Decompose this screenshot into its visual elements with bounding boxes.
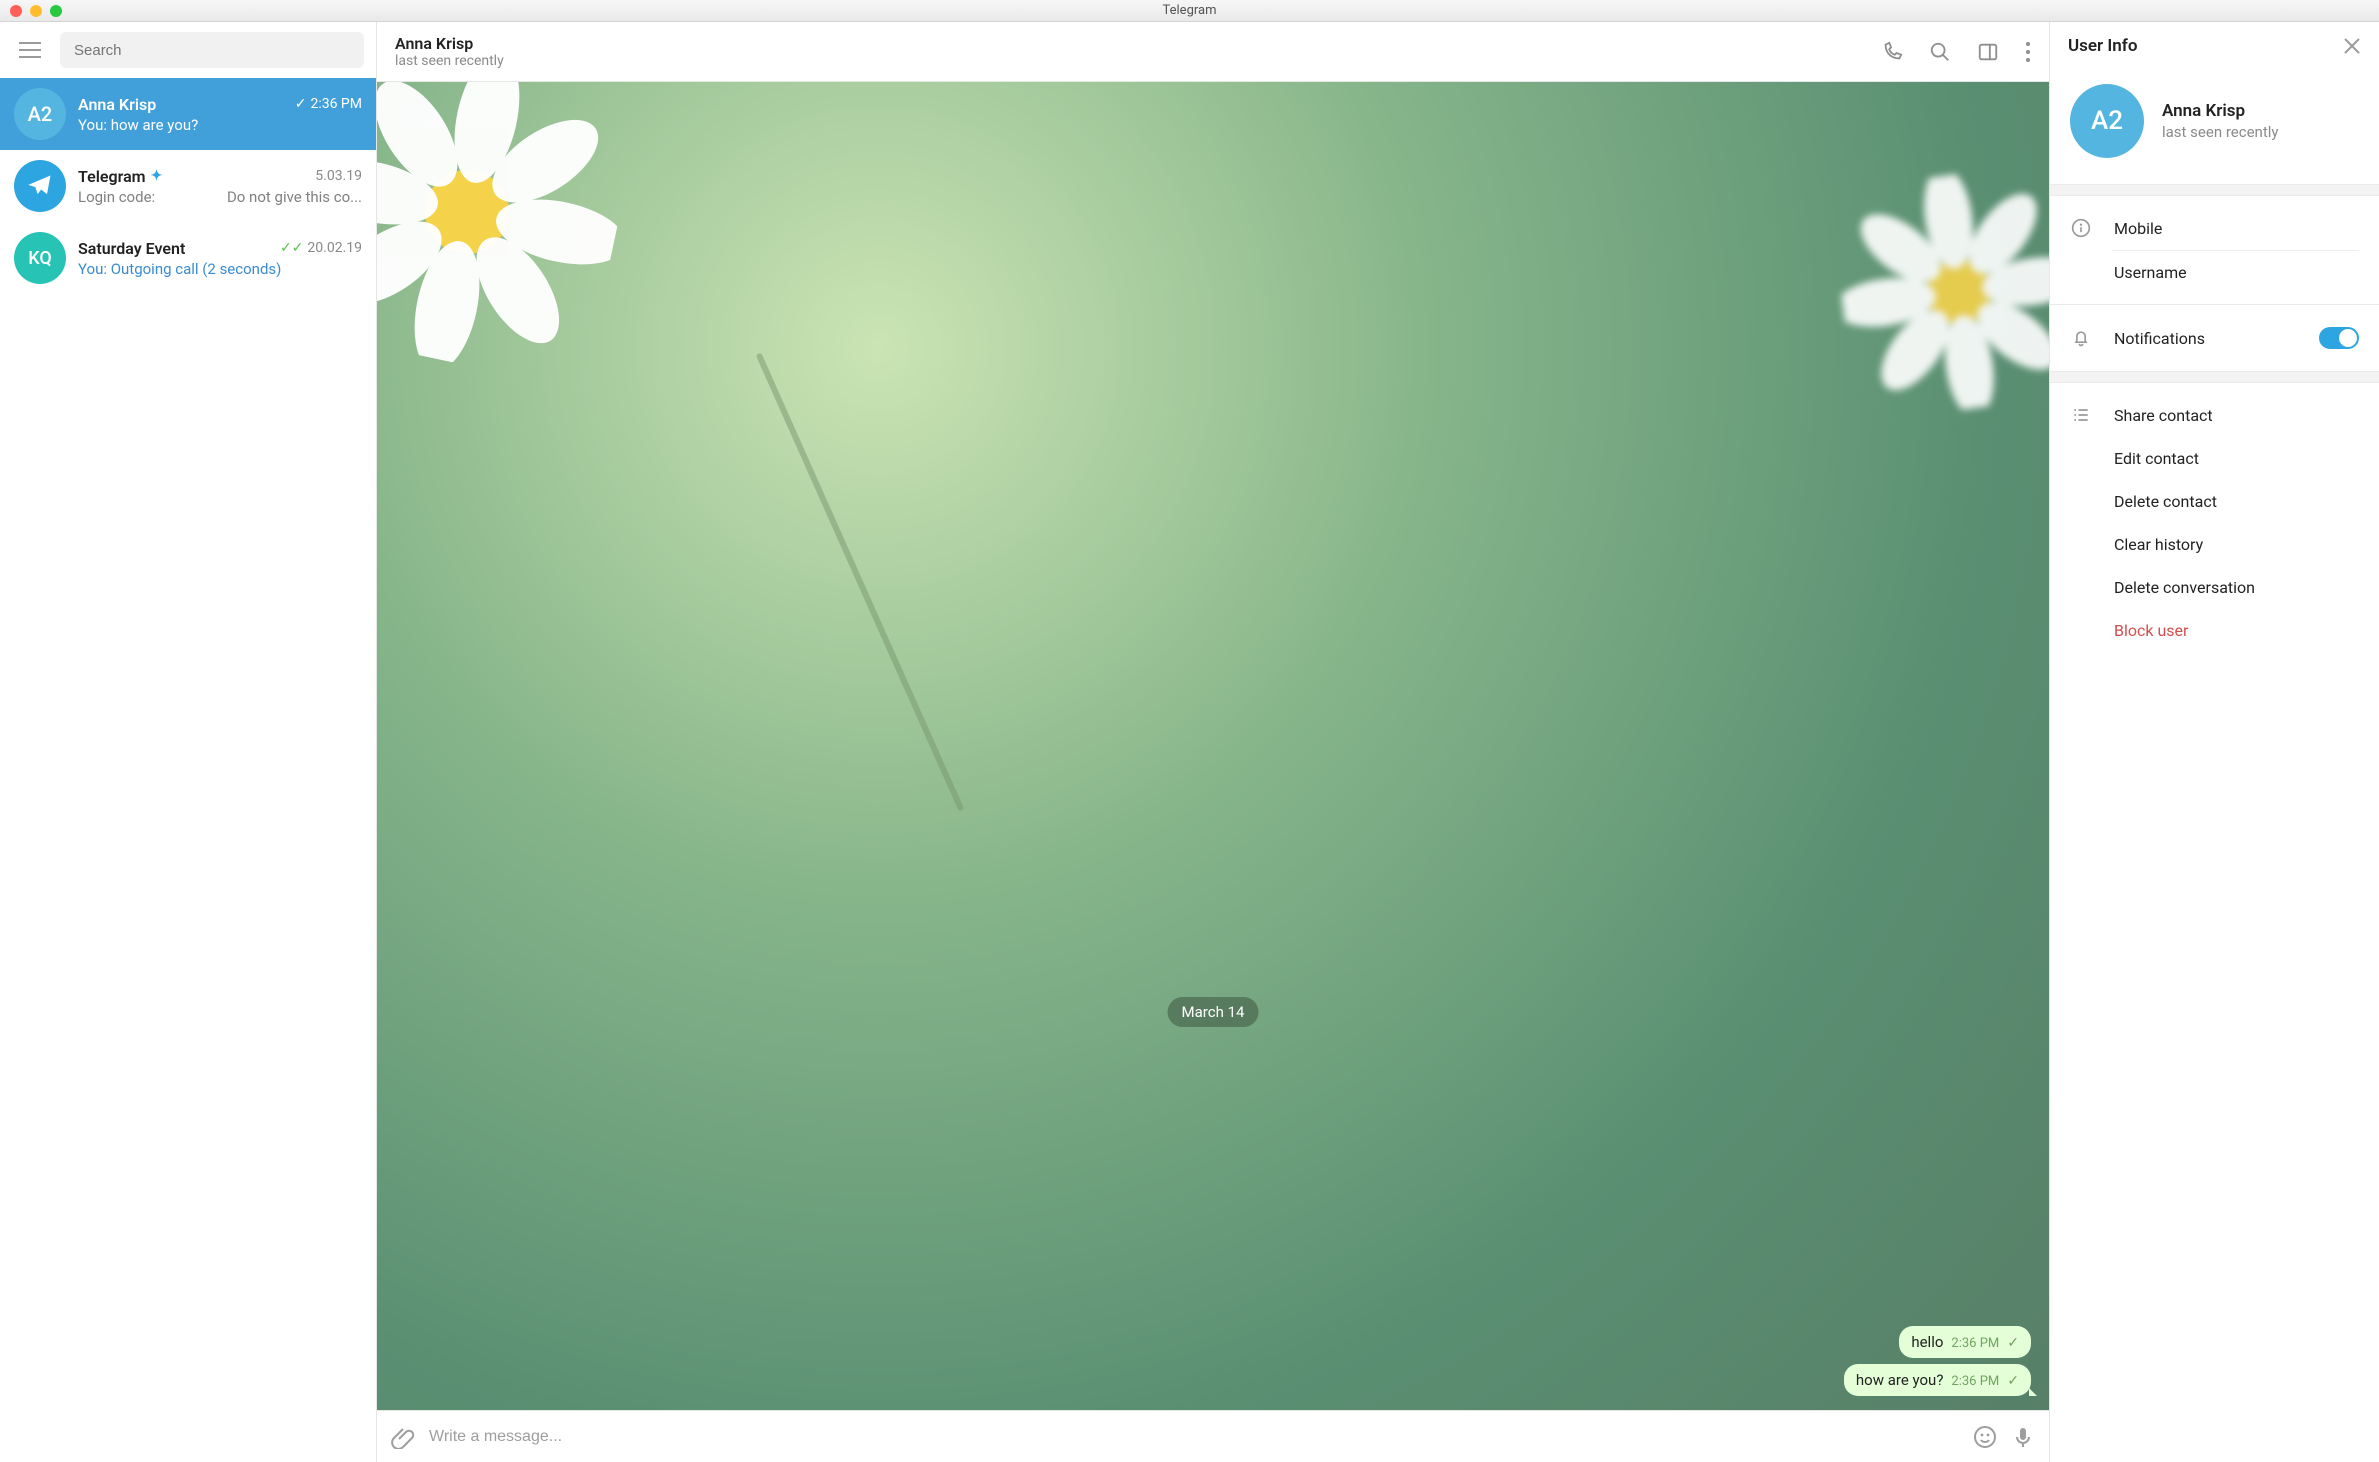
notifications-label: Notifications	[2114, 329, 2205, 348]
avatar: A2	[2070, 84, 2144, 158]
chat-time: 5.03.19	[315, 168, 362, 184]
sidepanel-toggle-button[interactable]	[1977, 41, 1999, 63]
title-bar: Telegram	[0, 0, 2379, 22]
more-button[interactable]	[2025, 41, 2031, 63]
user-card: A2 Anna Krisp last seen recently	[2050, 70, 2379, 184]
search-icon	[1929, 41, 1951, 63]
contact-status: last seen recently	[395, 53, 504, 69]
chat-item-saturday-event[interactable]: KQ Saturday Event ✓✓20.02.19 You: Outgoi…	[0, 222, 376, 294]
delete-conversation-button[interactable]: Delete conversation	[2050, 566, 2379, 609]
smile-icon	[1973, 1425, 1997, 1449]
chat-preview: Login code:	[78, 188, 155, 206]
chat-name: Telegram	[78, 167, 146, 186]
window-close-icon[interactable]	[10, 5, 22, 17]
share-contact-button[interactable]: Share contact	[2050, 393, 2379, 437]
clear-history-button[interactable]: Clear history	[2050, 523, 2379, 566]
window-zoom-icon[interactable]	[50, 5, 62, 17]
flower-decoration	[377, 82, 645, 390]
close-icon	[2343, 37, 2361, 55]
emoji-button[interactable]	[1973, 1425, 1997, 1449]
chat-name: Anna Krisp	[78, 95, 156, 114]
call-button[interactable]	[1881, 41, 1903, 63]
menu-button[interactable]	[12, 32, 48, 68]
check-icon: ✓	[2007, 1335, 2019, 1351]
avatar: A2	[14, 88, 66, 140]
mobile-label: Mobile	[2114, 219, 2162, 238]
phone-icon	[1881, 41, 1903, 63]
sidebar: A2 Anna Krisp ✓2:36 PM You: how are you?	[0, 22, 377, 1462]
chat-pane: Anna Krisp last seen recently March 14	[377, 22, 2049, 1462]
window-title: Telegram	[0, 3, 2379, 18]
contact-name: Anna Krisp	[395, 34, 504, 53]
message-time: 2:36 PM	[1951, 1336, 1999, 1351]
chat-list: A2 Anna Krisp ✓2:36 PM You: how are you?	[0, 78, 376, 1462]
mobile-row: Mobile	[2050, 206, 2379, 250]
chat-item-telegram[interactable]: Telegram ✦ 5.03.19 Login code: Do not gi…	[0, 150, 376, 222]
chat-time: 2:36 PM	[310, 96, 362, 112]
microphone-icon	[2011, 1425, 2035, 1449]
chat-preview: You: Outgoing call (2 seconds)	[78, 260, 281, 278]
avatar	[14, 160, 66, 212]
compose-bar	[377, 1410, 2049, 1462]
chat-preview: You: how are you?	[78, 116, 198, 134]
info-icon	[2071, 218, 2091, 238]
message-input[interactable]	[429, 1428, 1959, 1446]
message-time: 2:36 PM	[1951, 1374, 1999, 1389]
check-icon: ✓	[2007, 1373, 2019, 1389]
avatar: KQ	[14, 232, 66, 284]
verified-icon: ✦	[151, 168, 163, 184]
message-out[interactable]: hello 2:36 PM ✓	[1899, 1326, 2031, 1358]
notifications-row[interactable]: Notifications	[2050, 315, 2379, 361]
telegram-icon	[26, 172, 54, 200]
kebab-icon	[2025, 41, 2031, 63]
user-status: last seen recently	[2162, 123, 2278, 141]
date-separator: March 14	[1168, 997, 1259, 1027]
attach-button[interactable]	[391, 1425, 415, 1449]
chat-name: Saturday Event	[78, 239, 185, 258]
notifications-toggle[interactable]	[2319, 327, 2359, 349]
user-name: Anna Krisp	[2162, 101, 2278, 121]
chat-header: Anna Krisp last seen recently	[377, 22, 2049, 82]
bell-icon	[2071, 328, 2091, 348]
voice-button[interactable]	[2011, 1425, 2035, 1449]
panel-title: User Info	[2068, 36, 2137, 56]
flower-decoration	[1827, 160, 2049, 424]
delete-contact-button[interactable]: Delete contact	[2050, 480, 2379, 523]
search-input[interactable]	[60, 32, 364, 68]
chat-time: 20.02.19	[307, 240, 362, 256]
message-out[interactable]: how are you? 2:36 PM ✓	[1844, 1364, 2031, 1396]
close-panel-button[interactable]	[2343, 37, 2361, 55]
username-label: Username	[2114, 263, 2187, 282]
read-check-icon: ✓	[295, 96, 307, 112]
paperclip-icon	[391, 1425, 415, 1449]
panel-icon	[1977, 41, 1999, 63]
user-info-panel: User Info A2 Anna Krisp last seen recent…	[2049, 22, 2379, 1462]
message-text: how are you?	[1856, 1371, 1944, 1389]
list-icon	[2071, 405, 2091, 425]
hamburger-icon	[19, 42, 41, 58]
chat-item-anna-krisp[interactable]: A2 Anna Krisp ✓2:36 PM You: how are you?	[0, 78, 376, 150]
block-user-button[interactable]: Block user	[2050, 609, 2379, 652]
window-minimize-icon[interactable]	[30, 5, 42, 17]
message-text: hello	[1911, 1333, 1943, 1351]
username-row: Username	[2050, 251, 2379, 294]
delivered-check-icon: ✓✓	[280, 240, 303, 256]
search-button[interactable]	[1929, 41, 1951, 63]
edit-contact-button[interactable]: Edit contact	[2050, 437, 2379, 480]
chat-extra: Do not give this co...	[227, 188, 362, 206]
chat-background: March 14 hello 2:36 PM ✓ how are you? 2:…	[377, 82, 2049, 1410]
